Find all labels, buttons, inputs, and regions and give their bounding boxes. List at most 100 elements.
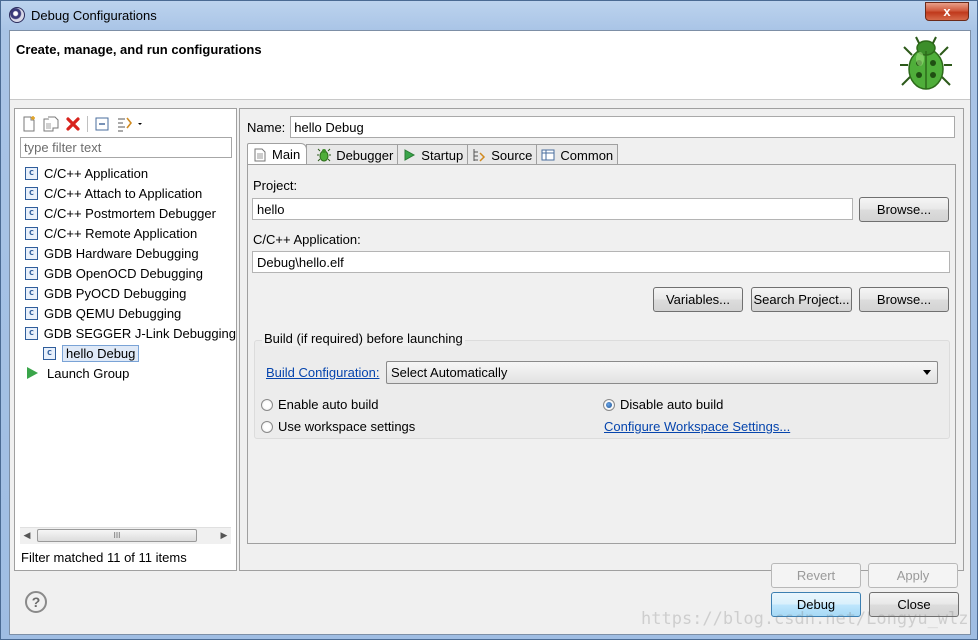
c-config-icon: c [25,186,38,200]
radio-label: Use workspace settings [278,419,416,434]
watermark: https://blog.csdn.net/Longyu_wlz [641,609,969,629]
debug-configurations-window: Debug Configurations x Create, manage, a… [0,0,978,640]
window-close-button[interactable]: x [925,2,969,21]
tree-item-label: C/C++ Application [44,165,149,181]
c-config-icon: c [25,246,38,260]
c-config-icon: c [25,166,38,180]
main-tab-content: Project: Browse... C/C++ Application: Va… [247,164,956,544]
enable-auto-build-radio[interactable]: Enable auto build [261,397,378,412]
eclipse-icon [9,7,25,23]
duplicate-icon[interactable] [43,116,59,132]
search-project-button[interactable]: Search Project... [751,287,852,312]
dialog-heading: Create, manage, and run configurations [16,42,262,57]
startup-tab-icon [404,149,416,161]
window-title: Debug Configurations [31,7,157,23]
name-row: Name: [247,116,956,138]
radio-button-selected-icon [603,398,615,411]
tree-item-cpp-application[interactable]: c C/C++ Application [15,163,236,183]
build-group-title: Build (if required) before launching [262,331,465,346]
tree-horizontal-scrollbar[interactable]: ◀ III ▶ [20,527,231,544]
tree-item-launch-group[interactable]: Launch Group [15,363,236,383]
tree-item-label: C/C++ Attach to Application [44,185,203,201]
c-config-icon: c [25,306,38,320]
variables-button[interactable]: Variables... [653,287,743,312]
dropdown-icon[interactable] [138,116,146,132]
dialog-client: Create, manage, and run configurations t… [9,30,971,635]
tab-startup[interactable]: Startup [397,144,469,165]
tree-item-gdb-qemu[interactable]: c GDB QEMU Debugging [15,303,236,323]
filter-input[interactable] [20,137,232,158]
radio-button-icon [261,398,273,411]
filter-icon[interactable] [116,116,132,132]
tab-main[interactable]: Main [247,143,308,165]
c-config-icon: c [25,266,38,280]
configuration-tree: c C/C++ Application c C/C++ Attach to Ap… [15,163,236,383]
scroll-thumb[interactable]: III [37,529,197,542]
chevron-down-icon [923,370,931,375]
filter-status: Filter matched 11 of 11 items [21,550,187,565]
new-config-icon[interactable] [21,116,37,132]
tree-item-label: C/C++ Postmortem Debugger [44,205,216,221]
debugger-tab-icon [317,148,332,162]
application-browse-button[interactable]: Browse... [859,287,949,312]
application-label: C/C++ Application: [253,232,361,247]
configuration-tree-pane: c C/C++ Application c C/C++ Attach to Ap… [14,108,237,571]
project-label: Project: [253,178,298,193]
tree-item-label: GDB SEGGER J-Link Debugging [43,325,236,341]
application-input[interactable] [252,251,950,273]
tree-item-cpp-postmortem[interactable]: c C/C++ Postmortem Debugger [15,203,236,223]
c-config-icon: c [25,226,38,240]
tab-label: Common [560,147,614,163]
disable-auto-build-radio[interactable]: Disable auto build [603,397,723,412]
tree-item-label: C/C++ Remote Application [44,225,198,241]
radio-label: Enable auto build [278,397,379,412]
tree-item-cpp-remote[interactable]: c C/C++ Remote Application [15,223,236,243]
name-label: Name: [247,119,286,135]
tree-item-gdb-openocd[interactable]: c GDB OpenOCD Debugging [15,263,236,283]
build-configuration-link[interactable]: Build Configuration: [266,365,379,380]
delete-icon[interactable] [65,116,81,132]
tree-item-label: GDB OpenOCD Debugging [44,265,203,281]
tree-item-cpp-attach[interactable]: c C/C++ Attach to Application [15,183,236,203]
radio-label: Disable auto build [620,397,724,412]
c-config-icon: c [25,286,38,300]
tree-item-hello-debug[interactable]: c hello Debug [15,343,236,363]
tree-item-label: Launch Group [47,365,130,381]
help-icon[interactable]: ? [25,591,47,613]
debug-bug-icon [900,36,952,90]
tab-debugger[interactable]: Debugger [306,144,399,165]
title-bar: Debug Configurations x [1,1,977,29]
tree-item-label: GDB QEMU Debugging [44,305,182,321]
tree-item-label: hello Debug [62,344,140,362]
project-browse-button[interactable]: Browse... [859,197,949,222]
apply-button[interactable]: Apply [868,563,958,588]
c-config-icon: c [43,346,56,360]
configuration-editor: Name: Main Debugger [239,108,964,588]
source-tab-icon [473,149,486,162]
tab-label: Source [491,147,533,163]
tree-item-gdb-pyocd[interactable]: c GDB PyOCD Debugging [15,283,236,303]
build-configuration-value: Select Automatically [391,365,508,380]
dialog-header: Create, manage, and run configurations [10,31,970,100]
use-workspace-settings-radio[interactable]: Use workspace settings [261,419,415,434]
tab-source[interactable]: Source [467,144,538,165]
revert-button[interactable]: Revert [771,563,861,588]
toolbar-separator [87,116,88,132]
config-tabs: Main Debugger Startup Source Common [247,143,619,165]
build-configuration-select[interactable]: Select Automatically [386,361,938,384]
collapse-all-icon[interactable] [94,116,110,132]
common-tab-icon [541,149,555,161]
configure-workspace-settings-link[interactable]: Configure Workspace Settings... [604,419,790,434]
name-input[interactable] [290,116,956,138]
tab-label: Main [272,147,301,162]
scroll-right-icon[interactable]: ▶ [217,528,231,543]
tab-label: Startup [421,147,464,163]
tree-item-gdb-hardware[interactable]: c GDB Hardware Debugging [15,243,236,263]
tree-item-gdb-segger[interactable]: c GDB SEGGER J-Link Debugging [15,323,236,343]
tab-common[interactable]: Common [536,144,619,165]
scroll-left-icon[interactable]: ◀ [20,528,34,543]
radio-button-icon [261,420,273,433]
project-input[interactable] [252,198,853,220]
main-tab-icon [254,148,266,161]
tree-toolbar [21,114,146,134]
